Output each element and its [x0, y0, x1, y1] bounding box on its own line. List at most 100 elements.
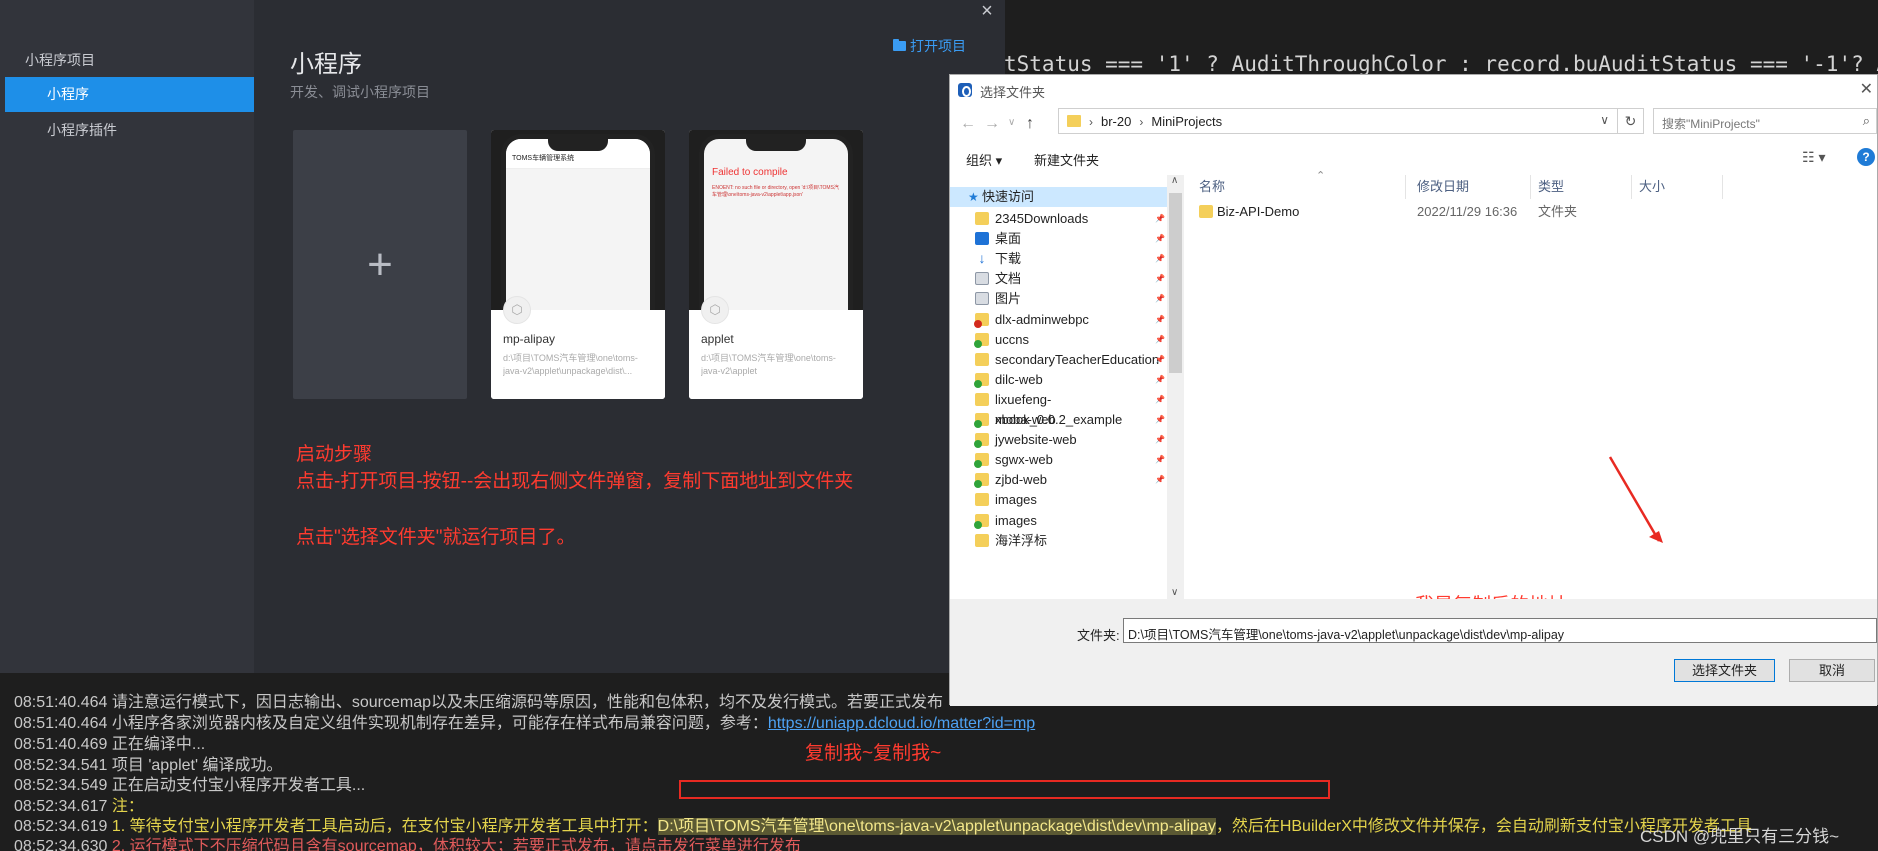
scrollbar-thumb[interactable]	[1169, 193, 1182, 373]
scroll-down-icon[interactable]: ∨	[1171, 587, 1178, 598]
compile-error-text: ENOENT: no such file or directory, open …	[712, 185, 839, 198]
breadcrumb-item[interactable]: MiniProjects	[1151, 114, 1222, 129]
tree-item[interactable]: secondaryTeacherEducation 📌	[950, 350, 1167, 370]
tree-item[interactable]: 海洋浮标	[950, 531, 1167, 551]
close-icon[interactable]: ×	[976, 0, 998, 22]
new-project-card[interactable]: +	[293, 130, 467, 399]
help-icon[interactable]: ?	[1857, 148, 1875, 166]
chevron-right-icon: ›	[1139, 114, 1144, 129]
tree-item[interactable]: sgwx-web 📌	[950, 450, 1167, 470]
navigation-tree: ★ 快速访问 2345Downloads 📌 桌面 📌 ↓ 下载 📌 文档 📌 图片 📌 dlx-ad…	[950, 175, 1185, 600]
tree-item[interactable]: zjbd-web 📌	[950, 470, 1167, 490]
project-logo-icon: ⬡	[701, 296, 729, 324]
pin-icon: 📌	[1155, 415, 1165, 424]
project-path: d:\项目\TOMS汽车管理\one\toms-java-v2\applet\u…	[503, 353, 638, 376]
folder-path-input[interactable]: D:\项目\TOMS汽车管理\one\toms-java-v2\applet\u…	[1123, 618, 1877, 643]
sidebar-item-plugin[interactable]: 小程序插件	[5, 113, 254, 148]
view-options-icon[interactable]: ☷ ▾	[1802, 149, 1825, 166]
tree-item[interactable]: dilc-web 📌	[950, 370, 1167, 390]
star-icon: ★	[968, 190, 979, 204]
folder-synced-icon	[974, 413, 989, 428]
project-card-mp-alipay[interactable]: TOMS车辆管理系统 ⬡ mp-alipay d:\项目\TOMS汽车管理\on…	[491, 130, 665, 399]
pin-icon: 📌	[1155, 254, 1165, 264]
tree-item[interactable]: lixuefeng-xbook_0.0.2_example 📌	[950, 390, 1167, 427]
pin-icon: 📌	[1155, 334, 1165, 344]
annotation-red-box	[679, 780, 1330, 799]
tree-item[interactable]: uccns 📌	[950, 330, 1167, 350]
project-path: d:\项目\TOMS汽车管理\one\toms-java-v2\applet	[701, 353, 836, 376]
open-project-button[interactable]: 打开项目	[893, 36, 966, 56]
tree-item-label: 2345Downloads	[995, 211, 1089, 226]
tree-item-label: images	[995, 492, 1037, 508]
folder-error-icon	[974, 312, 989, 328]
up-arrow-icon[interactable]: ↑	[1026, 115, 1034, 133]
sidebar-item-mini-program[interactable]: 小程序	[5, 77, 254, 112]
tree-item-label: secondaryTeacherEducation	[995, 351, 1160, 367]
tree-item-label: uccns	[995, 331, 1029, 347]
tree-item[interactable]: dlx-adminwebpc 📌	[950, 310, 1167, 330]
address-bar[interactable]: › br-20 › MiniProjects ∨	[1058, 108, 1618, 134]
compile-error-title: Failed to compile	[712, 167, 788, 178]
tree-item-quick-access[interactable]: ★ 快速访问	[950, 187, 1167, 207]
breadcrumb: › br-20 › MiniProjects	[1089, 114, 1222, 129]
project-name: mp-alipay	[503, 332, 556, 346]
back-arrow-icon[interactable]: ←	[960, 115, 976, 133]
pin-icon: 📌	[1155, 294, 1165, 304]
forward-arrow-icon[interactable]: →	[984, 115, 1000, 133]
tree-item[interactable]: images	[950, 511, 1167, 531]
tree-item[interactable]: moba-web 📌	[950, 410, 1167, 430]
doc-link[interactable]: https://uniapp.dcloud.io/matter?id=mp	[768, 715, 1035, 732]
folder-icon	[1067, 115, 1081, 127]
tree-item-label: dlx-adminwebpc	[995, 311, 1089, 327]
copy-annotation: 复制我~复制我~	[805, 743, 942, 764]
project-logo-icon: ⬡	[503, 296, 531, 324]
pin-icon: 📌	[1155, 234, 1165, 244]
tree-item[interactable]: 2345Downloads 📌	[950, 209, 1167, 229]
search-input[interactable]: 搜索"MiniProjects" ⌕	[1653, 108, 1877, 134]
tree-scrollbar[interactable]: ∧ ∨	[1167, 175, 1184, 600]
search-placeholder: 搜索"MiniProjects"	[1662, 117, 1760, 131]
refresh-icon[interactable]: ↻	[1618, 108, 1644, 134]
folder-synced-icon	[974, 453, 989, 469]
tree-item-label: moba-web	[995, 412, 1056, 427]
new-folder-button[interactable]: 新建文件夹	[1034, 150, 1099, 169]
tree-item[interactable]: images	[950, 490, 1167, 510]
scroll-up-icon[interactable]: ∧	[1171, 175, 1178, 186]
tree-item[interactable]: ↓ 下载 📌	[950, 249, 1167, 269]
folder-synced-icon	[974, 473, 989, 489]
folder-synced-icon	[974, 433, 989, 449]
folder-icon	[975, 533, 989, 547]
folder-icon	[975, 493, 989, 507]
pin-icon: 📌	[1155, 374, 1165, 384]
chevron-down-icon[interactable]: ∨	[1600, 113, 1609, 127]
tree-item[interactable]: 文档 📌	[950, 269, 1167, 289]
pin-icon: 📌	[1155, 394, 1165, 404]
dialog-titlebar: 选择文件夹 ✕	[950, 75, 1877, 105]
pin-icon: 📌	[1155, 435, 1165, 445]
close-icon[interactable]: ✕	[1860, 79, 1873, 99]
folder-icon	[975, 352, 989, 366]
cancel-button[interactable]: 取消	[1789, 659, 1875, 682]
chevron-right-icon: ›	[1089, 114, 1093, 129]
folder-synced-icon	[974, 513, 989, 529]
mini-program-ide: 小程序项目 小程序 小程序插件 × 小程序 开发、调试小程序项目 打开项目 + …	[0, 0, 1005, 673]
project-card-applet[interactable]: Failed to compile ENOENT: no such file o…	[689, 130, 863, 399]
tree-item-label: 文档	[995, 271, 1022, 287]
tree-item[interactable]: 图片 📌	[950, 289, 1167, 309]
desktop-icon	[975, 232, 989, 246]
tree-item[interactable]: 桌面 📌	[950, 229, 1167, 249]
organize-button[interactable]: 组织 ▾	[966, 150, 1002, 169]
dialog-toolbar: 组织 ▾ 新建文件夹 ☷ ▾ ?	[950, 143, 1877, 173]
code-line: tStatus === '1' ? AuditThroughColor : re…	[1004, 52, 1878, 76]
recent-dropdown-icon[interactable]: ∨	[1008, 117, 1015, 128]
watermark: CSDN @兜里只有三分钱~	[1640, 827, 1840, 846]
breadcrumb-item[interactable]: br-20	[1101, 114, 1131, 129]
tree-item[interactable]: jywebsite-web 📌	[950, 430, 1167, 450]
note-step-1: 点击-打开项目-按钮--会出现右侧文件弹窗，复制下面地址到文件夹	[296, 471, 854, 492]
tree-item-label: images	[995, 512, 1037, 528]
tree-item-label: 桌面	[995, 231, 1022, 247]
pin-icon: 📌	[1155, 314, 1165, 324]
select-folder-button[interactable]: 选择文件夹	[1674, 659, 1775, 682]
project-info: ⬡ applet d:\项目\TOMS汽车管理\one\toms-java-v2…	[689, 296, 863, 399]
note-step-title: 启动步骤	[296, 444, 373, 465]
